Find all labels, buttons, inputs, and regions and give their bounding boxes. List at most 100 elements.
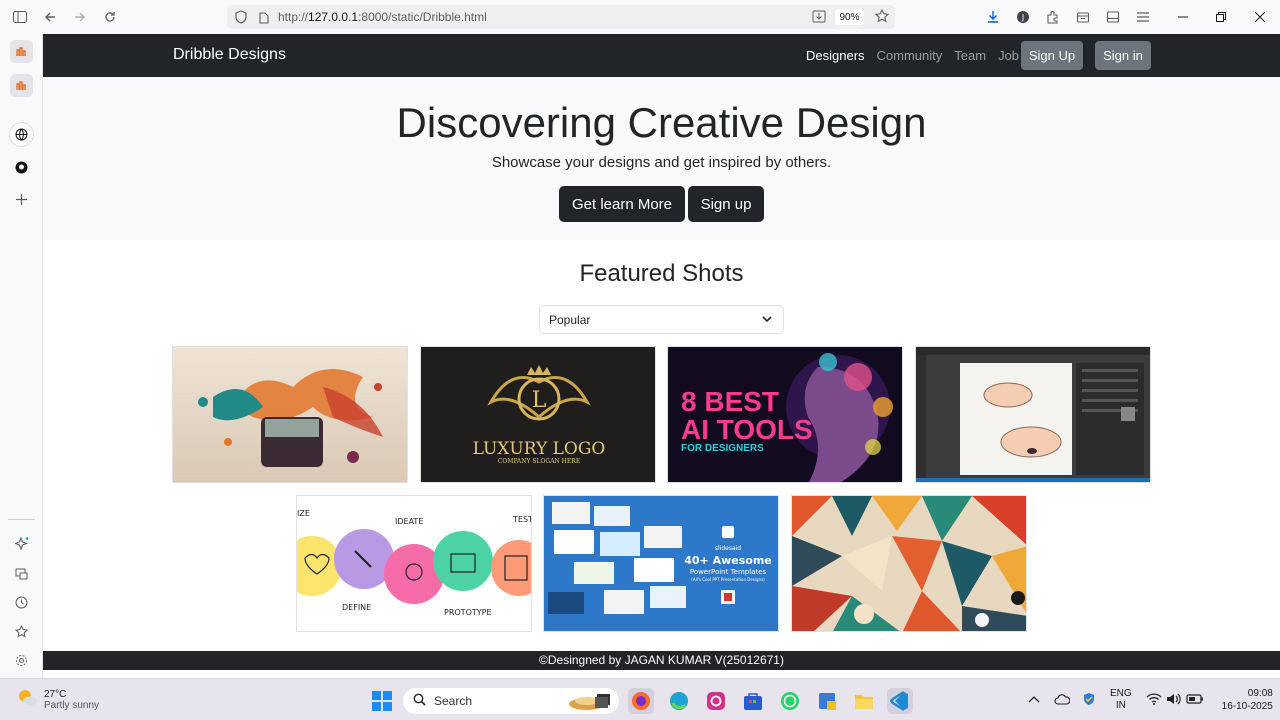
shot-card[interactable]: IZE IDEATE TEST DEFINE PROTOTYPE [296,495,532,632]
chevron-up-icon[interactable] [1028,695,1040,706]
reload-icon[interactable] [95,2,125,32]
weather-widget[interactable]: 27°C Partly sunny [16,687,99,712]
synced-tabs-icon[interactable] [10,562,33,585]
menu-icon[interactable] [1128,0,1158,34]
search-placeholder: Search [434,694,473,708]
shot-headline-2: AI TOOLS [681,414,813,445]
shot-image: IZE IDEATE TEST DEFINE PROTOTYPE [297,496,531,631]
reader-view-icon[interactable] [812,10,826,28]
firefox-icon[interactable] [628,688,654,714]
shot-image: slidesaid 40+ Awesome PowerPoint Templat… [544,496,778,631]
search-icon [413,693,426,709]
shot-headline-2: PowerPoint Templates [690,568,767,576]
shot-image: L LUXURY LOGO COMPANY SLOGAN HERE [421,347,655,482]
browser-toolbar: http://127.0.0.1:8000/static/Dribble.htm… [0,0,1280,34]
code-editor-icon[interactable] [814,688,840,714]
temperature: 27°C [44,688,67,700]
region-code: IN [1115,700,1126,711]
onedrive-cloud-icon[interactable] [1054,693,1071,708]
windows-start-icon[interactable] [369,688,395,714]
clock[interactable]: 09:08 16-10-2025 [1222,687,1273,713]
stage-label: DEFINE [342,603,371,612]
learn-more-button[interactable]: Get learn More [559,186,685,222]
task-view-icon[interactable] [590,688,616,714]
downloads-icon[interactable] [978,0,1008,34]
pinned-site-icon[interactable] [10,74,33,97]
site-navbar: Dribble Designs Designers Community Team… [43,34,1280,77]
shot-image [916,347,1150,482]
stage-label: PROTOTYPE [444,608,492,617]
edge-icon[interactable] [666,688,692,714]
shot-card[interactable] [172,346,408,483]
toolbar-right: J [978,0,1280,34]
zoom-level[interactable]: 90% [835,9,864,25]
battery-icon[interactable] [1186,693,1204,708]
url-host: 127.0.0.1 [308,10,359,24]
nav-link-team[interactable]: Team [954,48,986,63]
restore-icon[interactable] [1202,0,1240,34]
nav-link-designers[interactable]: Designers [806,48,865,63]
forward-icon[interactable] [65,2,95,32]
bookmarks-icon[interactable] [10,620,33,643]
bookmark-star-icon[interactable] [874,8,890,28]
shot-card[interactable] [915,346,1151,483]
brand-name: slidesaid [715,545,741,552]
browser-sidebar [0,34,43,678]
file-explorer-icon[interactable] [851,688,877,714]
store-icon[interactable] [740,688,766,714]
system-tray: ENG IN 09:08 16-10-2025 [1028,679,1273,720]
containers-icon[interactable] [1068,0,1098,34]
nav-link-community[interactable]: Community [877,48,943,63]
address-bar[interactable]: http://127.0.0.1:8000/static/Dribble.htm… [227,5,895,29]
sidebar-toggle-icon[interactable] [5,2,35,32]
windows-taskbar: 27°C Partly sunny Search ENG IN 09:08 16… [0,678,1280,720]
nav-signin-button[interactable]: Sign in [1095,41,1151,70]
vscode-icon[interactable] [887,688,913,714]
volume-icon[interactable] [1166,692,1182,709]
shot-card[interactable]: L LUXURY LOGO COMPANY SLOGAN HERE [420,346,656,483]
wifi-icon[interactable] [1146,692,1162,708]
language-code: ENG [1110,688,1132,699]
taskbar-search[interactable]: Search [403,688,619,714]
featured-title: Featured Shots [579,260,744,287]
settings-gear-icon[interactable] [10,649,33,672]
weather-condition: Partly sunny [44,699,100,711]
clock-date: 16-10-2025 [1221,701,1273,712]
stage-label: IDEATE [395,517,423,526]
shot-image: 8 BEST AI TOOLS FOR DESIGNERS [668,347,902,482]
site-footer: ©Desingned by JAGAN KUMAR V(25012671) [43,651,1280,670]
account-icon[interactable]: J [1008,0,1038,34]
security-shield-icon[interactable] [1082,692,1096,709]
shield-icon[interactable] [235,10,247,29]
url-text[interactable]: http://127.0.0.1:8000/static/Dribble.htm… [278,10,487,24]
shot-card[interactable]: 8 BEST AI TOOLS FOR DESIGNERS [667,346,903,483]
url-prefix: http:// [278,10,309,24]
minimize-icon[interactable] [1164,0,1202,34]
extensions-icon[interactable] [1038,0,1068,34]
ai-sparkle-icon[interactable] [10,532,33,555]
hero-section: Discovering Creative Design Showcase you… [43,77,1280,240]
language-indicator[interactable]: ENG IN [1110,688,1132,712]
whatsapp-icon[interactable] [777,688,803,714]
close-icon[interactable] [1240,0,1280,34]
shot-logo-text: LUXURY LOGO [473,439,606,459]
sidebar-panel-icon[interactable] [1098,0,1128,34]
hero-signup-button[interactable]: Sign up [688,186,764,222]
instagram-icon[interactable] [703,688,729,714]
back-icon[interactable] [35,2,65,32]
shot-headline: 8 BEST [681,386,779,417]
page-icon [259,11,269,29]
brand-logo[interactable]: Dribble Designs [173,46,286,64]
github-icon[interactable] [10,156,33,179]
hero-subtitle: Showcase your designs and get inspired b… [491,154,832,171]
shot-card[interactable] [791,495,1027,632]
nav-signup-button[interactable]: Sign Up [1021,41,1083,70]
shot-card[interactable]: slidesaid 40+ Awesome PowerPoint Templat… [543,495,779,632]
add-icon[interactable] [10,188,33,211]
logo-monogram: L [532,388,547,413]
globe-icon[interactable] [10,123,33,146]
history-icon[interactable] [10,591,33,614]
sort-select[interactable]: Popular [539,305,784,334]
nav-link-job[interactable]: Job [998,48,1019,63]
pinned-site-icon[interactable] [10,40,33,63]
